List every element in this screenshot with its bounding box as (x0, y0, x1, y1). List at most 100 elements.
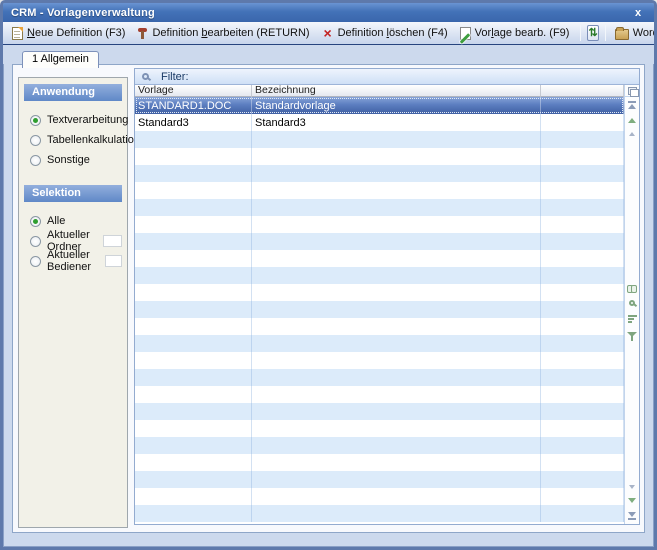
sidebar-option-aktueller-ordner[interactable]: Aktueller Ordner (30, 234, 122, 248)
column-header-vorlage[interactable]: Vorlage (135, 85, 252, 97)
scroll-to-bottom-icon[interactable] (628, 512, 636, 520)
current-user-input[interactable] (105, 255, 122, 267)
table-row[interactable] (135, 386, 624, 403)
table-row[interactable] (135, 420, 624, 437)
filter-funnel-icon[interactable] (627, 332, 637, 337)
table-row[interactable]: Standard3Standard3 (135, 114, 624, 131)
cell-extra (541, 267, 624, 284)
table-row[interactable] (135, 505, 624, 522)
table-row[interactable] (135, 216, 624, 233)
option-label: Tabellenkalkulation (47, 134, 140, 146)
table-row[interactable] (135, 454, 624, 471)
step-down-icon[interactable] (629, 485, 635, 489)
window-title: CRM - Vorlagenverwaltung (11, 7, 155, 19)
radio-icon (30, 256, 41, 267)
table-row[interactable] (135, 335, 624, 352)
radio-icon (30, 115, 41, 126)
template-grid: Filter: Vorlage Bezeichnung STANDARD1.DO… (134, 68, 640, 525)
cell-bezeichnung (252, 335, 541, 352)
edit-definition-button[interactable]: Definition bearbeiten (RETURN) (134, 26, 314, 41)
cell-extra (541, 318, 624, 335)
table-row[interactable] (135, 301, 624, 318)
current-folder-input[interactable] (103, 235, 122, 247)
sort-icon[interactable] (628, 315, 637, 323)
folder-icon (615, 29, 629, 40)
toolbar-separator (605, 25, 606, 41)
cell-vorlage: Standard3 (135, 114, 252, 131)
option-label: Sonstige (47, 154, 90, 166)
table-row[interactable] (135, 403, 624, 420)
table-row[interactable] (135, 182, 624, 199)
cell-vorlage (135, 131, 252, 148)
cell-extra (541, 148, 624, 165)
close-button[interactable]: x (630, 7, 646, 19)
radio-icon (30, 135, 41, 146)
table-row[interactable] (135, 369, 624, 386)
sidebar-option-textverarbeitung[interactable]: Textverarbeitung (30, 113, 122, 127)
filter-bar[interactable]: Filter: (135, 69, 639, 85)
column-header-bezeichnung[interactable]: Bezeichnung (252, 85, 541, 97)
tab-strip: 1 Allgemein (3, 45, 654, 64)
cell-bezeichnung (252, 420, 541, 437)
scroll-to-top-icon[interactable] (628, 101, 636, 109)
grid-navigator (624, 85, 639, 524)
table-row[interactable] (135, 352, 624, 369)
cell-bezeichnung (252, 301, 541, 318)
section-header-anwendung: Anwendung (24, 84, 122, 101)
table-row[interactable] (135, 437, 624, 454)
table-row[interactable] (135, 318, 624, 335)
find-icon[interactable] (629, 300, 635, 306)
table-row[interactable] (135, 250, 624, 267)
sidebar-option-sonstige[interactable]: Sonstige (30, 153, 122, 167)
cell-vorlage (135, 505, 252, 522)
new-definition-button[interactable]: Neue Definition (F3) (9, 26, 130, 41)
table-row[interactable] (135, 199, 624, 216)
table-row[interactable] (135, 148, 624, 165)
cell-extra (541, 369, 624, 386)
cell-bezeichnung (252, 369, 541, 386)
table-body: STANDARD1.DOCStandardvorlageStandard3Sta… (135, 97, 624, 524)
sidebar-option-aktueller-bediener[interactable]: Aktueller Bediener (30, 254, 122, 268)
step-up-icon[interactable] (629, 132, 635, 136)
word-formats-button[interactable]: Word-Steuerformate (F6) (612, 26, 657, 41)
cell-vorlage (135, 182, 252, 199)
cell-extra (541, 131, 624, 148)
cell-bezeichnung (252, 182, 541, 199)
cell-vorlage (135, 284, 252, 301)
refresh-button[interactable]: ⇅ (587, 25, 598, 41)
option-label: Textverarbeitung (47, 114, 128, 126)
cell-extra (541, 454, 624, 471)
column-header-extra[interactable] (541, 85, 624, 97)
cell-bezeichnung (252, 148, 541, 165)
cell-vorlage (135, 318, 252, 335)
scroll-up-icon[interactable] (628, 118, 636, 123)
table-row[interactable] (135, 284, 624, 301)
new-definition-label: Neue Definition (F3) (27, 27, 125, 39)
search-icon (142, 73, 149, 80)
edit-template-label: Vorlage bearb. (F9) (475, 27, 570, 39)
cell-extra (541, 199, 624, 216)
radio-icon (30, 236, 41, 247)
table-row[interactable] (135, 471, 624, 488)
edit-template-button[interactable]: Vorlage bearb. (F9) (457, 26, 575, 41)
table-row[interactable] (135, 131, 624, 148)
cell-vorlage (135, 148, 252, 165)
cell-vorlage (135, 335, 252, 352)
tab-allgemein[interactable]: 1 Allgemein (22, 51, 99, 68)
cell-extra (541, 335, 624, 352)
cell-bezeichnung (252, 318, 541, 335)
delete-definition-button[interactable]: × Definition löschen (F4) (319, 26, 453, 41)
column-chooser-icon[interactable] (625, 85, 639, 97)
table-row[interactable] (135, 233, 624, 250)
table-row[interactable] (135, 488, 624, 505)
table-row[interactable]: STANDARD1.DOCStandardvorlage (135, 97, 624, 114)
table-row[interactable] (135, 267, 624, 284)
scroll-down-icon[interactable] (628, 498, 636, 503)
sidebar-option-tabellenkalkulation[interactable]: Tabellenkalkulation (30, 133, 122, 147)
cell-bezeichnung (252, 216, 541, 233)
cell-extra (541, 233, 624, 250)
sidebar-option-alle[interactable]: Alle (30, 214, 122, 228)
binoculars-icon[interactable] (627, 285, 637, 291)
table-row[interactable] (135, 165, 624, 182)
radio-icon (30, 216, 41, 227)
